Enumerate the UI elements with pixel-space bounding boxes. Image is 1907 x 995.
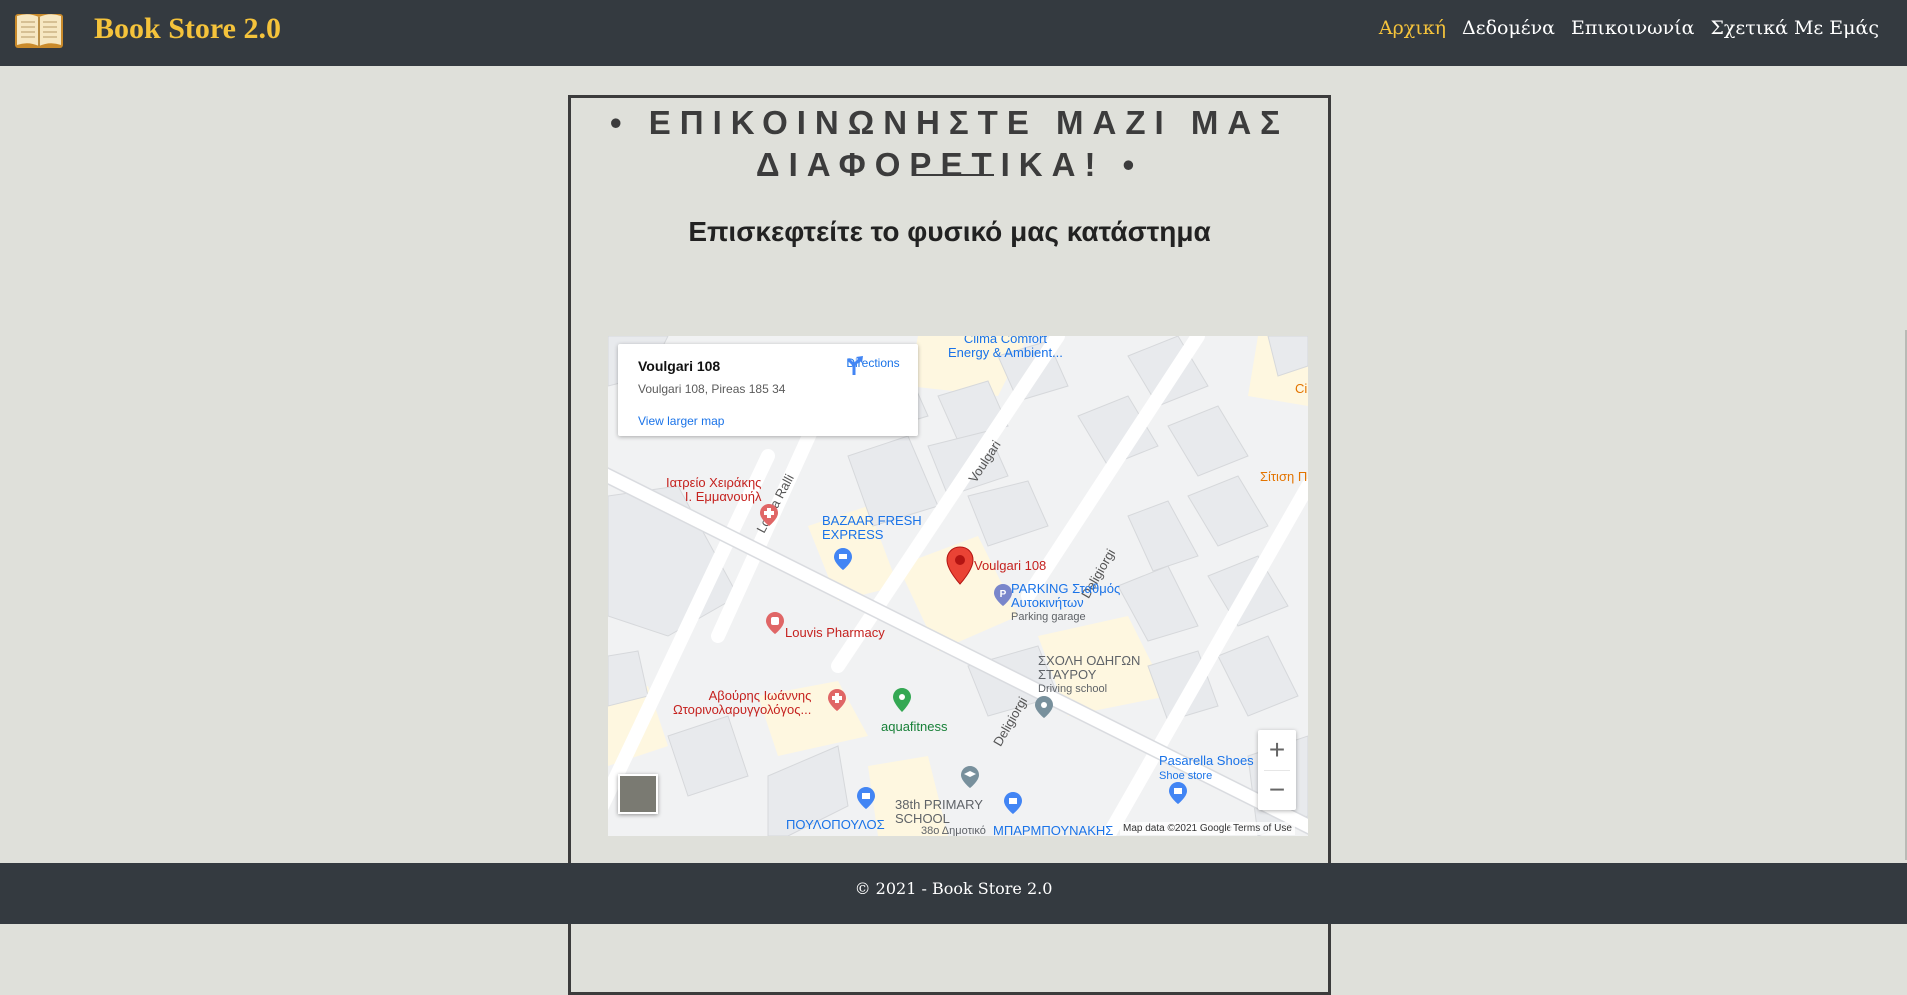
shop-pin-icon[interactable] — [1004, 792, 1022, 814]
place-clima-comfort[interactable]: Clima Comfort Energy & Ambient... — [948, 336, 1063, 360]
shopping-cart-icon[interactable] — [834, 548, 852, 570]
school-pin-icon[interactable] — [1035, 696, 1053, 718]
directions-button[interactable]: Directions — [843, 354, 903, 375]
location-pin-icon[interactable] — [946, 546, 974, 586]
svg-text:P: P — [1000, 589, 1007, 600]
place-sitisi[interactable]: Σίτιση Π — [1260, 470, 1307, 484]
place-primary-school-greek: 38ο Δημοτικό — [921, 825, 986, 836]
place-barmpounakis[interactable]: ΜΠΑΡΜΠΟΥΝΑΚΗΣ — [993, 824, 1113, 837]
pharmacy-icon[interactable] — [766, 612, 784, 634]
view-larger-map-link[interactable]: View larger map — [638, 414, 724, 428]
marker-label: Voulgari 108 — [974, 558, 1047, 573]
zoom-out-button[interactable]: − — [1258, 770, 1296, 810]
place-driving-school-type: Driving school — [1038, 683, 1108, 695]
place-pharmacy[interactable]: Louvis Pharmacy — [785, 626, 885, 640]
parking-icon[interactable]: P — [994, 584, 1012, 606]
nav-link-data[interactable]: Δεδομένα — [1462, 17, 1555, 39]
navbar: Book Store 2.0 Αρχική Δεδομένα Επικοινων… — [0, 0, 1907, 66]
graduation-cap-icon[interactable] — [961, 766, 979, 788]
shoe-store-icon[interactable] — [1169, 782, 1187, 804]
contact-heading-line2: ΔΙΑΦΟΡΕΤΙΚΑ! • — [755, 146, 1144, 183]
clinic-icon[interactable] — [760, 504, 778, 526]
book-icon[interactable] — [13, 8, 65, 52]
place-primary-school[interactable]: 38th PRIMARY SCHOOL — [895, 798, 983, 826]
satellite-layer-button[interactable] — [618, 774, 658, 814]
place-parking[interactable]: PARKING Σταθμός Αυτοκινήτων — [1011, 582, 1120, 610]
place-parking-type: Parking garage — [1011, 611, 1086, 623]
map-data-attribution: Map data ©2021 Google — [1120, 822, 1236, 835]
place-driving-school[interactable]: ΣΧΟΛΗ ΟΔΗΓΩΝ ΣΤΑΥΡΟΥ — [1038, 654, 1140, 682]
fitness-pin-icon[interactable] — [893, 688, 911, 712]
place-aquafitness[interactable]: aquafitness — [881, 720, 948, 734]
place-title: Voulgari 108 — [638, 358, 721, 374]
place-ent-doctor[interactable]: Αβούρης Ιωάννης Ωτορινολαρυγγολόγος... — [673, 689, 811, 717]
brand-name[interactable]: Book Store 2.0 — [94, 12, 281, 46]
zoom-controls: + − — [1258, 730, 1296, 810]
nav-link-about[interactable]: Σχετικά Με Εμάς — [1710, 17, 1879, 39]
terms-of-use-link[interactable]: Terms of Use — [1230, 822, 1295, 835]
footer: © 2021 - Book Store 2.0 — [0, 863, 1907, 924]
directions-icon — [846, 356, 863, 375]
nav-link-home[interactable]: Αρχική — [1379, 17, 1446, 39]
place-address: Voulgari 108, Pireas 185 34 — [638, 382, 786, 396]
store-pin-icon[interactable] — [857, 787, 875, 809]
heading-underline — [914, 174, 994, 176]
store-subheading: Επισκεφτείτε το φυσικό μας κατάστημα — [688, 216, 1211, 247]
zoom-in-button[interactable]: + — [1258, 730, 1296, 770]
google-map[interactable]: Voulgari Louka Ralli Deligiorgi Deligior… — [608, 336, 1308, 836]
place-poulopoulos[interactable]: ΠΟΥΛΟΠΟΥΛΟΣ — [786, 818, 885, 832]
nav-menu: Αρχική Δεδομένα Επικοινωνία Σχετικά Με Ε… — [1379, 17, 1879, 39]
nav-link-contact[interactable]: Επικοινωνία — [1571, 17, 1694, 39]
place-pasarella[interactable]: Pasarella Shoes — [1159, 754, 1254, 768]
contact-heading-line1: • ΕΠΙΚΟΙΝΩΝΗΣΤΕ ΜΑΖΙ ΜΑΣ — [610, 104, 1289, 141]
place-bazaar[interactable]: BAZAAR FRESH EXPRESS — [822, 514, 922, 542]
footer-copyright: © 2021 - Book Store 2.0 — [854, 879, 1053, 898]
doctor-icon[interactable] — [828, 689, 846, 711]
place-ci[interactable]: Ci — [1295, 382, 1307, 396]
place-pasarella-type: Shoe store — [1159, 770, 1213, 782]
place-info-card: Voulgari 108 Voulgari 108, Pireas 185 34… — [618, 344, 918, 436]
place-clinic[interactable]: Ιατρείο Χειράκης Ι. Εμμανουήλ — [666, 476, 761, 504]
